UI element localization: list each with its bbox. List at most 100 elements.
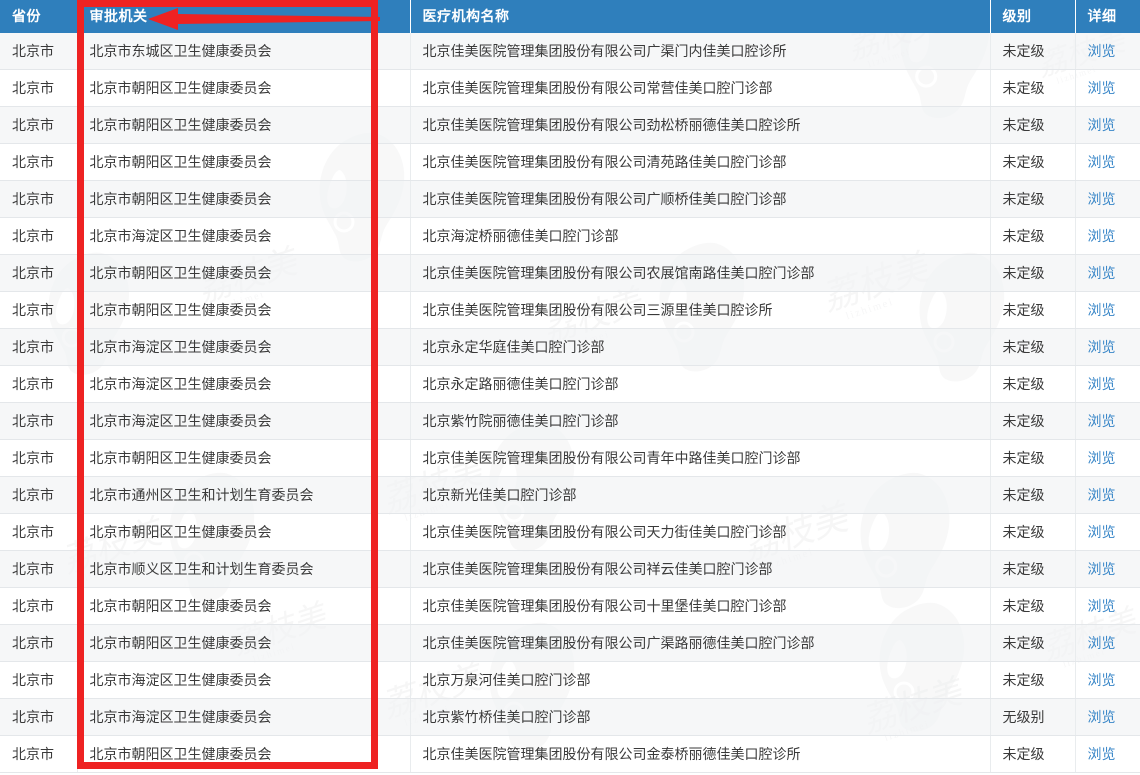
detail-browse-link[interactable]: 浏览 (1088, 672, 1116, 688)
cell-detail: 浏览 (1075, 513, 1140, 551)
table-row[interactable]: 北京市 北京市海淀区卫生健康委员会 北京永定华庭佳美口腔门诊部 未定级 浏览 (0, 328, 1140, 366)
cell-authority: 北京市海淀区卫生健康委员会 (77, 661, 411, 699)
cell-level: 未定级 (990, 624, 1076, 662)
detail-browse-link[interactable]: 浏览 (1088, 524, 1116, 540)
table-row[interactable]: 北京市 北京市海淀区卫生健康委员会 北京永定路丽德佳美口腔门诊部 未定级 浏览 (0, 365, 1140, 403)
cell-level: 未定级 (990, 402, 1076, 440)
cell-level: 未定级 (990, 143, 1076, 181)
cell-province: 北京市 (0, 33, 78, 70)
cell-detail: 浏览 (1075, 180, 1140, 218)
cell-province: 北京市 (0, 217, 78, 255)
cell-detail: 浏览 (1075, 254, 1140, 292)
table-row[interactable]: 北京市 北京市朝阳区卫生健康委员会 北京佳美医院管理集团股份有限公司十里堡佳美口腔门… (0, 587, 1140, 625)
table-row[interactable]: 北京市 北京市海淀区卫生健康委员会 北京万泉河佳美口腔门诊部 未定级 浏览 (0, 661, 1140, 699)
cell-authority: 北京市顺义区卫生和计划生育委员会 (77, 550, 411, 588)
cell-detail: 浏览 (1075, 328, 1140, 366)
cell-detail: 浏览 (1075, 476, 1140, 514)
table-header-row: 省份 审批机关 医疗机构名称 级别 详细 (0, 0, 1140, 33)
table-row[interactable]: 北京市 北京市朝阳区卫生健康委员会 北京佳美医院管理集团股份有限公司天力街佳美口腔门… (0, 513, 1140, 551)
cell-detail: 浏览 (1075, 550, 1140, 588)
table-row[interactable]: 北京市 北京市朝阳区卫生健康委员会 北京佳美医院管理集团股份有限公司广顺桥佳美口腔门… (0, 180, 1140, 218)
detail-browse-link[interactable]: 浏览 (1088, 43, 1116, 59)
table-row[interactable]: 北京市 北京市顺义区卫生和计划生育委员会 北京佳美医院管理集团股份有限公司祥云佳美口… (0, 550, 1140, 588)
cell-detail: 浏览 (1075, 661, 1140, 699)
cell-institution: 北京佳美医院管理集团股份有限公司清苑路佳美口腔门诊部 (410, 143, 991, 181)
detail-browse-link[interactable]: 浏览 (1088, 80, 1116, 96)
cell-province: 北京市 (0, 624, 78, 662)
detail-browse-link[interactable]: 浏览 (1088, 487, 1116, 503)
table-row[interactable]: 北京市 北京市朝阳区卫生健康委员会 北京佳美医院管理集团股份有限公司清苑路佳美口腔门… (0, 143, 1140, 181)
table-row[interactable]: 北京市 北京市通州区卫生和计划生育委员会 北京新光佳美口腔门诊部 未定级 浏览 (0, 476, 1140, 514)
cell-institution: 北京佳美医院管理集团股份有限公司十里堡佳美口腔门诊部 (410, 587, 991, 625)
cell-authority: 北京市朝阳区卫生健康委员会 (77, 735, 411, 773)
detail-browse-link[interactable]: 浏览 (1088, 154, 1116, 170)
column-header-authority[interactable]: 审批机关 (77, 0, 411, 33)
table-row[interactable]: 北京市 北京市朝阳区卫生健康委员会 北京佳美医院管理集团股份有限公司青年中路佳美口腔… (0, 439, 1140, 477)
table-header: 省份 审批机关 医疗机构名称 级别 详细 (0, 0, 1140, 33)
cell-authority: 北京市海淀区卫生健康委员会 (77, 328, 411, 366)
detail-browse-link[interactable]: 浏览 (1088, 339, 1116, 355)
detail-browse-link[interactable]: 浏览 (1088, 228, 1116, 244)
cell-institution: 北京紫竹院丽德佳美口腔门诊部 (410, 402, 991, 440)
cell-province: 北京市 (0, 402, 78, 440)
detail-browse-link[interactable]: 浏览 (1088, 709, 1116, 725)
detail-browse-link[interactable]: 浏览 (1088, 561, 1116, 577)
cell-detail: 浏览 (1075, 587, 1140, 625)
cell-level: 未定级 (990, 33, 1076, 70)
cell-institution: 北京佳美医院管理集团股份有限公司三源里佳美口腔诊所 (410, 291, 991, 329)
results-table-container: 省份 审批机关 医疗机构名称 级别 详细 北京市 北京市东城区卫生健康委员会 北京佳… (0, 0, 1140, 773)
cell-authority: 北京市朝阳区卫生健康委员会 (77, 439, 411, 477)
detail-browse-link[interactable]: 浏览 (1088, 117, 1116, 133)
cell-institution: 北京佳美医院管理集团股份有限公司劲松桥丽德佳美口腔诊所 (410, 106, 991, 144)
table-row[interactable]: 北京市 北京市东城区卫生健康委员会 北京佳美医院管理集团股份有限公司广渠门内佳美口腔… (0, 33, 1140, 70)
table-row[interactable]: 北京市 北京市海淀区卫生健康委员会 北京紫竹院丽德佳美口腔门诊部 未定级 浏览 (0, 402, 1140, 440)
table-row[interactable]: 北京市 北京市朝阳区卫生健康委员会 北京佳美医院管理集团股份有限公司金泰桥丽德佳美口… (0, 735, 1140, 773)
cell-institution: 北京海淀桥丽德佳美口腔门诊部 (410, 217, 991, 255)
cell-authority: 北京市朝阳区卫生健康委员会 (77, 513, 411, 551)
cell-province: 北京市 (0, 587, 78, 625)
column-header-institution[interactable]: 医疗机构名称 (410, 0, 991, 33)
table-row[interactable]: 北京市 北京市海淀区卫生健康委员会 北京海淀桥丽德佳美口腔门诊部 未定级 浏览 (0, 217, 1140, 255)
cell-level: 未定级 (990, 661, 1076, 699)
cell-level: 未定级 (990, 550, 1076, 588)
cell-authority: 北京市海淀区卫生健康委员会 (77, 698, 411, 736)
cell-authority: 北京市朝阳区卫生健康委员会 (77, 587, 411, 625)
table-row[interactable]: 北京市 北京市朝阳区卫生健康委员会 北京佳美医院管理集团股份有限公司农展馆南路佳美口… (0, 254, 1140, 292)
table-row[interactable]: 北京市 北京市海淀区卫生健康委员会 北京紫竹桥佳美口腔门诊部 无级别 浏览 (0, 698, 1140, 736)
detail-browse-link[interactable]: 浏览 (1088, 302, 1116, 318)
detail-browse-link[interactable]: 浏览 (1088, 191, 1116, 207)
table-row[interactable]: 北京市 北京市朝阳区卫生健康委员会 北京佳美医院管理集团股份有限公司广渠路丽德佳美口… (0, 624, 1140, 662)
cell-authority: 北京市东城区卫生健康委员会 (77, 33, 411, 70)
results-page: 荔枝美 lizhimei 荔枝美 lizhimei 荔枝美 lizhimei 荔枝美 lizh… (0, 0, 1140, 775)
detail-browse-link[interactable]: 浏览 (1088, 450, 1116, 466)
detail-browse-link[interactable]: 浏览 (1088, 746, 1116, 762)
cell-level: 未定级 (990, 254, 1076, 292)
detail-browse-link[interactable]: 浏览 (1088, 598, 1116, 614)
cell-institution: 北京佳美医院管理集团股份有限公司广顺桥佳美口腔门诊部 (410, 180, 991, 218)
cell-detail: 浏览 (1075, 439, 1140, 477)
cell-province: 北京市 (0, 291, 78, 329)
column-header-detail[interactable]: 详细 (1075, 0, 1140, 33)
cell-detail: 浏览 (1075, 365, 1140, 403)
cell-authority: 北京市朝阳区卫生健康委员会 (77, 291, 411, 329)
table-row[interactable]: 北京市 北京市朝阳区卫生健康委员会 北京佳美医院管理集团股份有限公司常营佳美口腔门诊… (0, 69, 1140, 107)
cell-level: 无级别 (990, 698, 1076, 736)
table-row[interactable]: 北京市 北京市朝阳区卫生健康委员会 北京佳美医院管理集团股份有限公司劲松桥丽德佳美口… (0, 106, 1140, 144)
cell-level: 未定级 (990, 587, 1076, 625)
detail-browse-link[interactable]: 浏览 (1088, 265, 1116, 281)
column-header-province[interactable]: 省份 (0, 0, 78, 33)
detail-browse-link[interactable]: 浏览 (1088, 376, 1116, 392)
cell-authority: 北京市通州区卫生和计划生育委员会 (77, 476, 411, 514)
cell-detail: 浏览 (1075, 69, 1140, 107)
cell-institution: 北京永定华庭佳美口腔门诊部 (410, 328, 991, 366)
cell-level: 未定级 (990, 328, 1076, 366)
cell-authority: 北京市朝阳区卫生健康委员会 (77, 624, 411, 662)
cell-province: 北京市 (0, 698, 78, 736)
cell-institution: 北京新光佳美口腔门诊部 (410, 476, 991, 514)
cell-institution: 北京佳美医院管理集团股份有限公司广渠路丽德佳美口腔门诊部 (410, 624, 991, 662)
cell-detail: 浏览 (1075, 217, 1140, 255)
column-header-level[interactable]: 级别 (990, 0, 1076, 33)
table-row[interactable]: 北京市 北京市朝阳区卫生健康委员会 北京佳美医院管理集团股份有限公司三源里佳美口腔诊… (0, 291, 1140, 329)
detail-browse-link[interactable]: 浏览 (1088, 635, 1116, 651)
detail-browse-link[interactable]: 浏览 (1088, 413, 1116, 429)
